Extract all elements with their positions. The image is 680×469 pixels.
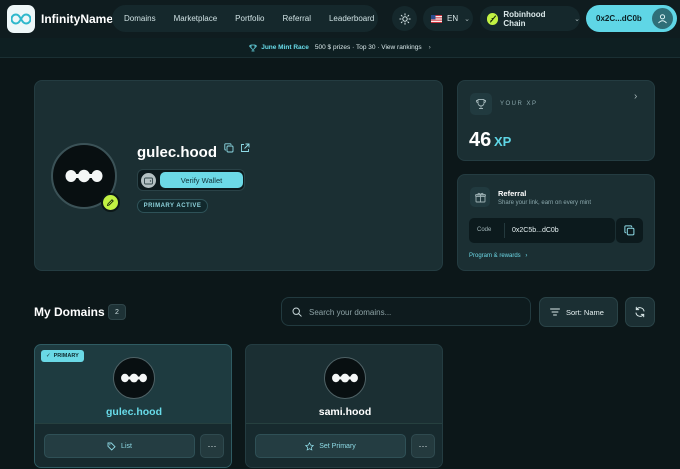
domain-avatar xyxy=(324,357,366,399)
check-icon: ✓ xyxy=(46,353,51,359)
nav-referral[interactable]: Referral xyxy=(283,14,311,23)
chevron-down-icon: ⌄ xyxy=(574,15,580,23)
verify-wallet-group: Verify Wallet xyxy=(137,169,245,191)
announcement-bar[interactable]: June Mint Race 500 $ prizes · Top 30 · V… xyxy=(0,38,680,58)
referral-card: Referral Share your link, earn on every … xyxy=(457,174,655,271)
primary-tag: ✓ PRIMARY xyxy=(41,350,84,362)
copy-code-button[interactable] xyxy=(616,218,643,243)
nav-marketplace[interactable]: Marketplace xyxy=(174,14,218,23)
domain-search[interactable] xyxy=(281,297,531,326)
copy-icon xyxy=(624,225,635,236)
theme-toggle-button[interactable] xyxy=(392,6,417,31)
dots-logo-icon xyxy=(332,373,358,383)
language-label: EN xyxy=(447,14,459,23)
more-options-button[interactable]: ··· xyxy=(200,434,224,458)
list-label: List xyxy=(121,442,132,450)
domain-card-footer: Set Primary ··· xyxy=(246,423,442,467)
domain-card[interactable]: ✓ PRIMARY gulec.hood List ··· xyxy=(34,344,232,468)
announcement-text: 500 $ prizes · Top 30 · View rankings xyxy=(314,44,422,51)
top-bar: InfinityName Domains Marketplace Portfol… xyxy=(0,0,680,38)
chevron-right-icon: › xyxy=(428,44,431,51)
primary-tag-label: PRIMARY xyxy=(53,353,79,359)
refresh-icon xyxy=(635,306,645,318)
chevron-down-icon: ⌄ xyxy=(464,15,470,23)
robinhood-feather-icon xyxy=(487,12,499,25)
sort-label: Sort: Name xyxy=(566,307,604,317)
search-input[interactable] xyxy=(309,305,519,319)
announcement-highlight: June Mint Race xyxy=(261,44,309,51)
chain-label: Robinhood Chain xyxy=(503,9,546,28)
domain-name: gulec.hood xyxy=(106,406,162,418)
list-button[interactable]: List xyxy=(44,434,195,458)
us-flag-icon xyxy=(431,14,442,23)
pencil-icon xyxy=(106,199,114,207)
user-icon xyxy=(652,8,673,29)
open-external-button[interactable] xyxy=(237,140,252,155)
main-nav: Domains Marketplace Portfolio Referral L… xyxy=(112,5,378,32)
profile-card: gulec.hood Verify Wallet PRIMARY ACTIVE xyxy=(34,80,443,271)
edit-avatar-button[interactable] xyxy=(101,193,120,212)
more-icon: ··· xyxy=(418,441,428,451)
more-icon: ··· xyxy=(207,441,217,451)
trophy-icon xyxy=(249,44,257,51)
nav-portfolio[interactable]: Portfolio xyxy=(235,14,264,23)
set-primary-button[interactable]: Set Primary xyxy=(255,434,406,458)
domain-name: sami.hood xyxy=(318,406,372,418)
code-label: Code xyxy=(477,227,492,233)
dots-logo-icon xyxy=(65,169,103,183)
referral-code: 0x2C5b...dC0b xyxy=(512,227,559,234)
search-icon xyxy=(292,307,302,317)
set-primary-label: Set Primary xyxy=(319,442,356,450)
chain-select[interactable]: Robinhood Chain ⌄ xyxy=(480,6,580,31)
xp-unit: XP xyxy=(494,134,512,149)
referral-subtitle: Share your link, earn on every mint xyxy=(498,200,592,206)
chevron-right-icon: › xyxy=(525,253,528,259)
referral-title: Referral xyxy=(498,189,527,198)
referral-code-field[interactable]: Code 0x2C5b...dC0b xyxy=(469,218,615,243)
wallet-button[interactable]: 0x2C...dC0b xyxy=(586,5,677,32)
nav-leaderboard[interactable]: Leaderboard xyxy=(329,14,374,23)
external-link-icon xyxy=(240,143,249,152)
xp-value: 46 xyxy=(469,129,492,151)
copy-icon xyxy=(223,142,233,152)
program-rewards-link[interactable]: Program & rewards › xyxy=(469,253,527,259)
primary-active-badge: PRIMARY ACTIVE xyxy=(137,199,208,213)
brand-name[interactable]: InfinityName xyxy=(41,12,113,26)
sort-lines-icon xyxy=(550,308,560,316)
infinity-logo-icon[interactable] xyxy=(7,5,35,33)
refresh-button[interactable] xyxy=(625,297,655,327)
xp-label: YOUR XP xyxy=(500,101,538,107)
trophy-icon xyxy=(470,93,492,115)
wallet-icon xyxy=(141,173,156,188)
wallet-address: 0x2C...dC0b xyxy=(596,14,642,23)
xp-card[interactable]: YOUR XP › 46 XP xyxy=(457,80,655,161)
dots-logo-icon xyxy=(121,373,147,383)
nav-domains[interactable]: Domains xyxy=(124,14,156,23)
copy-name-button[interactable] xyxy=(221,140,236,155)
sun-icon xyxy=(398,12,411,25)
domain-count-badge: 2 xyxy=(108,304,126,320)
domain-card[interactable]: sami.hood Set Primary ··· xyxy=(245,344,443,468)
sort-button[interactable]: Sort: Name xyxy=(539,297,618,327)
chevron-right-icon[interactable]: › xyxy=(634,91,637,102)
verify-wallet-button[interactable]: Verify Wallet xyxy=(160,172,243,188)
profile-name: gulec.hood xyxy=(137,144,217,161)
domain-card-footer: List ··· xyxy=(35,423,231,467)
star-icon xyxy=(305,441,315,451)
code-divider xyxy=(504,223,505,238)
my-domains-title: My Domains xyxy=(34,305,105,319)
program-rewards-label: Program & rewards xyxy=(469,253,521,259)
tag-icon xyxy=(107,442,116,451)
gift-icon xyxy=(470,187,490,207)
language-select[interactable]: EN ⌄ xyxy=(423,6,473,31)
more-options-button[interactable]: ··· xyxy=(411,434,435,458)
domain-avatar xyxy=(113,357,155,399)
